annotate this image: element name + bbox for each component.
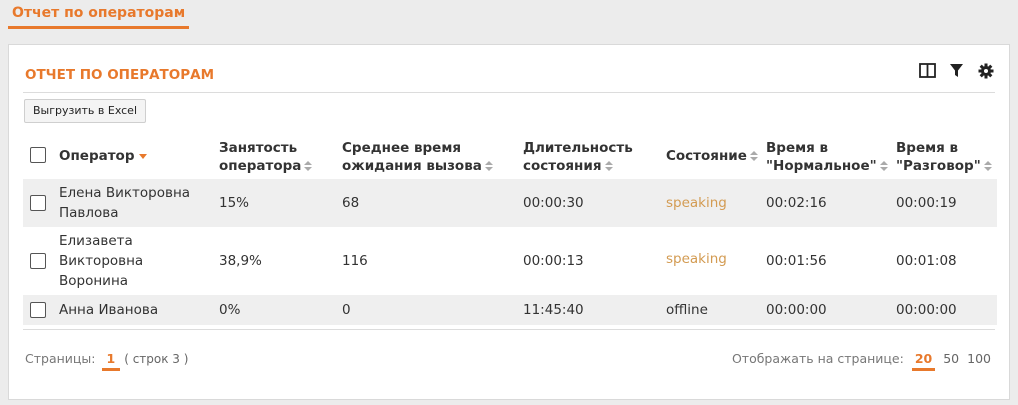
- sort-desc-icon: [138, 153, 147, 159]
- sort-icon: [879, 161, 888, 171]
- col-header-label: "Нормальное": [766, 158, 877, 174]
- per-page-label: Отображать на странице:: [731, 351, 904, 366]
- page-size-100[interactable]: 100: [967, 351, 991, 366]
- pagination: Страницы: 1( строк 3 ): [25, 351, 188, 371]
- col-header-label: Время в: [896, 140, 959, 156]
- state-value: speaking: [666, 251, 727, 267]
- col-header-label: ожидания вызова: [342, 158, 482, 174]
- col-header-state[interactable]: Состояние: [666, 147, 758, 165]
- operator-name: Елизавета Викторовна Воронина: [59, 233, 144, 289]
- col-header-operator[interactable]: Оператор: [59, 147, 147, 165]
- time-normal-value: 00:02:16: [766, 195, 827, 211]
- filter-icon[interactable]: [947, 61, 966, 80]
- pages-label: Страницы:: [25, 351, 96, 366]
- columns-icon[interactable]: [918, 61, 937, 80]
- panel-title: ОТЧЕТ ПО ОПЕРАТОРАМ: [25, 67, 214, 83]
- col-header-label: Длительность: [523, 140, 633, 156]
- busy-value: 0%: [219, 302, 241, 318]
- col-header-time-talk[interactable]: Время в "Разговор": [896, 139, 992, 175]
- sort-icon: [484, 161, 493, 171]
- col-header-label: Занятость: [219, 140, 298, 156]
- rows-count: ( строк 3 ): [124, 352, 189, 366]
- tab-operators-report[interactable]: Отчет по операторам: [8, 0, 190, 29]
- operator-name: Елена Викторовна Павлова: [59, 185, 191, 221]
- page-size-20[interactable]: 20: [911, 351, 936, 371]
- row-checkbox[interactable]: [30, 253, 46, 269]
- page-number-button[interactable]: 1: [101, 351, 121, 371]
- page-size-50[interactable]: 50: [943, 351, 959, 366]
- col-header-label: оператора: [219, 158, 302, 174]
- col-header-label: Время в: [766, 140, 829, 156]
- panel-toolbar: [918, 61, 995, 80]
- col-header-time-normal[interactable]: Время в "Нормальное": [766, 139, 888, 175]
- gear-icon[interactable]: [976, 61, 995, 80]
- operator-name: Анна Иванова: [59, 302, 159, 318]
- page-size-selector: Отображать на странице: 20 50 100: [732, 351, 991, 371]
- row-checkbox[interactable]: [30, 302, 46, 318]
- col-header-duration[interactable]: Длительность состояния: [523, 139, 633, 175]
- duration-value: 00:00:30: [523, 195, 584, 211]
- time-talk-value: 00:00:19: [896, 195, 957, 211]
- time-talk-value: 00:01:08: [896, 253, 957, 269]
- col-header-label: Среднее время: [342, 140, 462, 156]
- col-header-label: состояния: [523, 158, 602, 174]
- col-header-avg-wait[interactable]: Среднее время ожидания вызова: [342, 139, 493, 175]
- export-excel-button[interactable]: Выгрузить в Excel: [24, 99, 147, 123]
- avg-wait-value: 0: [342, 302, 351, 318]
- time-talk-value: 00:00:00: [896, 302, 957, 318]
- state-value: offline: [666, 302, 708, 318]
- col-header-busy[interactable]: Занятость оператора: [219, 139, 313, 175]
- col-header-label: Состояние: [666, 148, 747, 164]
- report-panel: ОТЧЕТ ПО ОПЕРАТОРАМ Выгрузить в Excel Оп…: [8, 44, 1010, 400]
- col-header-label: "Разговор": [896, 158, 981, 174]
- row-checkbox[interactable]: [30, 195, 46, 211]
- duration-value: 11:45:40: [523, 302, 584, 318]
- duration-value: 00:00:13: [523, 253, 584, 269]
- select-all-checkbox[interactable]: [30, 147, 46, 163]
- title-divider: [23, 92, 995, 93]
- time-normal-value: 00:01:56: [766, 253, 827, 269]
- busy-value: 38,9%: [219, 253, 262, 269]
- state-value: speaking: [666, 195, 727, 211]
- table-row[interactable]: Елизавета Викторовна Воронина 38,9% 116 00…: [23, 227, 997, 295]
- table-row[interactable]: Анна Иванова 0% 0 11:45:40 offline 00:00…: [23, 295, 997, 325]
- sort-icon: [983, 161, 992, 171]
- sort-icon: [749, 151, 758, 161]
- avg-wait-value: 68: [342, 195, 360, 211]
- time-normal-value: 00:00:00: [766, 302, 827, 318]
- sort-icon: [304, 161, 313, 171]
- table-row[interactable]: Елена Викторовна Павлова 15% 68 00:00:30 …: [23, 179, 997, 227]
- table-bottom-divider: [23, 329, 995, 330]
- avg-wait-value: 116: [342, 253, 368, 269]
- sort-icon: [604, 161, 613, 171]
- col-header-label: Оператор: [59, 148, 135, 164]
- busy-value: 15%: [219, 195, 250, 211]
